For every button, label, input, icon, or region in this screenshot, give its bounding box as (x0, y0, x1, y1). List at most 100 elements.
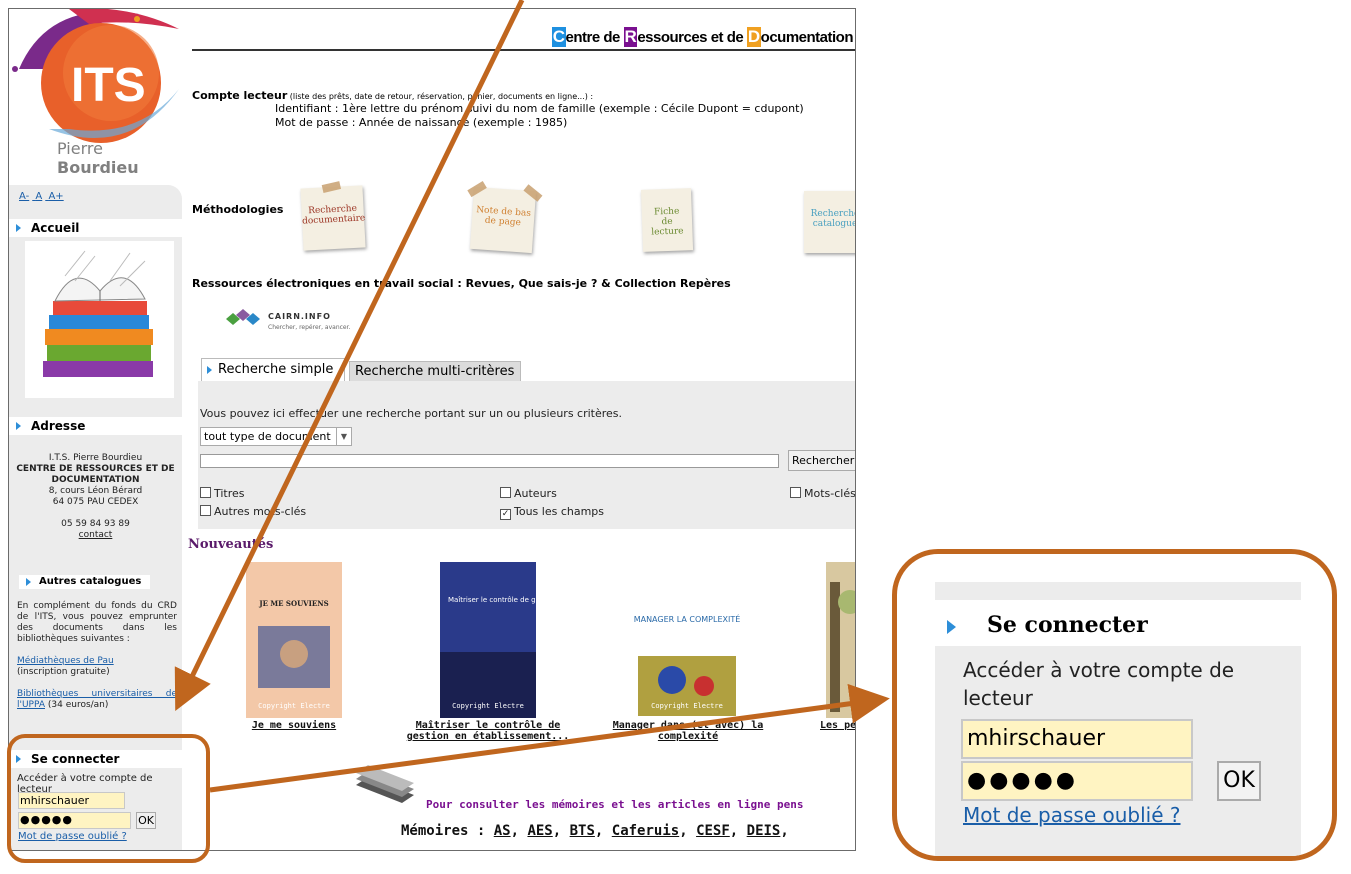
catalogues-intro: En complément du fonds du CRD de l'ITS, … (17, 601, 177, 644)
note-label: Fiche de lecture (651, 206, 684, 238)
title-part: entre de (565, 29, 624, 46)
zoom-password-input[interactable]: ●●●●● (961, 761, 1193, 801)
search-panel: Vous pouvez ici effectuer une recherche … (198, 381, 856, 529)
search-input[interactable] (200, 454, 779, 468)
cairn-tagline: Chercher, repérer, avancer. (268, 324, 351, 331)
font-size-controls: A- A A+ (19, 191, 67, 202)
book-cover: Maîtriser le contrôle de gestion Copyrig… (440, 562, 536, 718)
left-column: ITS Pierre Bourdieu A- A A+ Accueil Adre… (9, 9, 182, 850)
checkbox-autres-mots-cles[interactable]: Autres mots-clés (200, 505, 306, 518)
checkbox-box (200, 487, 211, 498)
font-normal-link[interactable]: A (35, 191, 42, 202)
memoire-link-aes[interactable]: AES (527, 823, 552, 839)
address-line: 64 075 PAU CEDEX (52, 497, 139, 507)
compte-detail: (liste des prêts, date de retour, réserv… (287, 92, 594, 101)
sidebar-item-adresse[interactable]: Adresse (9, 417, 182, 435)
book-cover: MANAGER LA COMPLEXITÉ Copyright Electre (632, 562, 742, 718)
checkbox-titres[interactable]: Titres (200, 487, 245, 500)
nouveautes-title: Nouveautés (188, 537, 274, 552)
tab-recherche-multi[interactable]: Recherche multi-critères (349, 361, 521, 382)
tab-recherche-simple[interactable]: Recherche simple (201, 358, 345, 382)
note-label: Recherche documentaire (301, 203, 366, 227)
checkbox-mots-cles[interactable]: Mots-clés (790, 487, 856, 500)
catalogues-text: En complément du fonds du CRD de l'ITS, … (17, 601, 177, 722)
zoom-forgot-password-link[interactable]: Mot de passe oublié ? (963, 803, 1181, 827)
triangle-icon (947, 620, 956, 634)
page-title: Centre de Ressources et de Documentation (551, 27, 854, 47)
sidebar-item-label: Autres catalogues (39, 576, 142, 587)
memoire-link-bts[interactable]: BTS (570, 823, 595, 839)
note-recherche-catalogue[interactable]: Recherche catalogue (804, 191, 856, 253)
zoom-login-body: Accéder à votre compte de lecteur mhirsc… (935, 646, 1301, 856)
memoires-links: Mémoires : AS, AES, BTS, Caferuis, CESF,… (401, 823, 789, 839)
book-title: Manager dans (et avec) la complexité (612, 720, 764, 742)
sidebar-item-autres-catalogues[interactable]: Autres catalogues (19, 575, 150, 589)
sidebar-item-label: Adresse (31, 419, 86, 433)
memoires-label: Mémoires (401, 823, 469, 839)
title-cap: R (623, 27, 638, 47)
address-line: CENTRE DE RESSOURCES ET DE DOCUMENTATION (16, 464, 175, 485)
phone-number: 05 59 84 93 89 (61, 519, 130, 529)
login-zoom-callout: Se connecter Accéder à votre compte de l… (892, 549, 1337, 861)
title-cap: C (551, 27, 566, 47)
link-note: (inscription gratuite) (17, 667, 110, 677)
checkbox-auteurs[interactable]: Auteurs (500, 487, 557, 500)
cover-text: JE ME SOUVIENS (258, 599, 328, 608)
select-value: tout type de document (204, 430, 331, 443)
zoom-ok-button[interactable]: OK (1217, 761, 1261, 801)
memoire-link-as[interactable]: AS (494, 823, 511, 839)
title-part: ocumentation (760, 29, 854, 46)
books-illustration (25, 241, 174, 398)
book-cover: JE ME SOUVIENS Copyright Electre (246, 562, 342, 718)
methodologies-label: Méthodologies (192, 203, 284, 216)
note-label: Recherche catalogue (810, 209, 856, 229)
mediatheques-link[interactable]: Médiathèques de Pau (17, 656, 114, 666)
note-recherche-documentaire[interactable]: Recherche documentaire (300, 181, 366, 251)
zoom-username-input[interactable]: mhirschauer (961, 719, 1193, 759)
cairn-diamonds-icon (226, 309, 260, 325)
sidebar-item-accueil[interactable]: Accueil (9, 219, 182, 237)
memoires-stack-image (356, 765, 414, 803)
triangle-icon (16, 224, 21, 232)
main-content: Centre de Ressources et de Documentation… (182, 9, 856, 850)
zoom-top-strip (935, 582, 1301, 600)
note-label: Note de bas de page (475, 205, 532, 229)
copyright-text: Copyright Electre (258, 702, 330, 710)
title-cap: D (746, 27, 761, 47)
identifiant-line: Identifiant : 1ère lettre du prénom suiv… (275, 102, 804, 115)
book-title: Les pet (820, 720, 856, 731)
font-decrease-link[interactable]: A- (19, 191, 29, 202)
memoire-link-deis[interactable]: DEIS (747, 823, 781, 839)
search-button[interactable]: Rechercher (788, 450, 855, 471)
checkbox-label: Titres (214, 487, 245, 500)
its-logo-text: ITS (71, 59, 146, 112)
note-bas-de-page[interactable]: Note de bas de page (467, 181, 543, 254)
checkbox-tous-les-champs[interactable]: ✓ Tous les champs (500, 505, 604, 520)
checkbox-box (200, 505, 211, 516)
cover-text: Maîtriser le contrôle de gestion (448, 596, 536, 604)
memoires-intro: Pour consulter les mémoires et les artic… (426, 798, 804, 811)
address-line: 8, cours Léon Bérard (48, 486, 143, 496)
triangle-icon (26, 578, 31, 586)
doc-type-select[interactable]: tout type de document ▼ (200, 427, 352, 446)
copyright-text: Copyright Electre (452, 702, 524, 710)
book-les-pet[interactable]: Les pet (812, 562, 856, 752)
zoom-login-title: Se connecter (987, 612, 1148, 638)
note-fiche-lecture[interactable]: Fiche de lecture (640, 188, 694, 252)
checkbox-label: Mots-clés (804, 487, 856, 500)
address-line: I.T.S. Pierre Bourdieu (48, 453, 143, 463)
zoom-login-heading: Se connecter (935, 606, 1301, 644)
sidebar-item-label: Accueil (31, 221, 80, 235)
memoire-link-cesf[interactable]: CESF (696, 823, 730, 839)
login-highlight-frame (7, 734, 210, 863)
checkbox-box (500, 487, 511, 498)
font-increase-link[interactable]: A+ (48, 191, 63, 202)
contact-link[interactable]: contact (79, 530, 113, 540)
title-part: essources et de (637, 29, 747, 46)
cairn-name: CAIRN.INFO (268, 312, 331, 321)
cairn-logo[interactable]: CAIRN.INFO Chercher, repérer, avancer. (220, 305, 350, 333)
memoire-link-caferuis[interactable]: Caferuis (612, 823, 679, 839)
link-note: (34 euros/an) (47, 700, 109, 710)
compte-info: Compte lecteur (liste des prêts, date de… (192, 89, 804, 130)
chevron-down-icon: ▼ (336, 428, 351, 445)
